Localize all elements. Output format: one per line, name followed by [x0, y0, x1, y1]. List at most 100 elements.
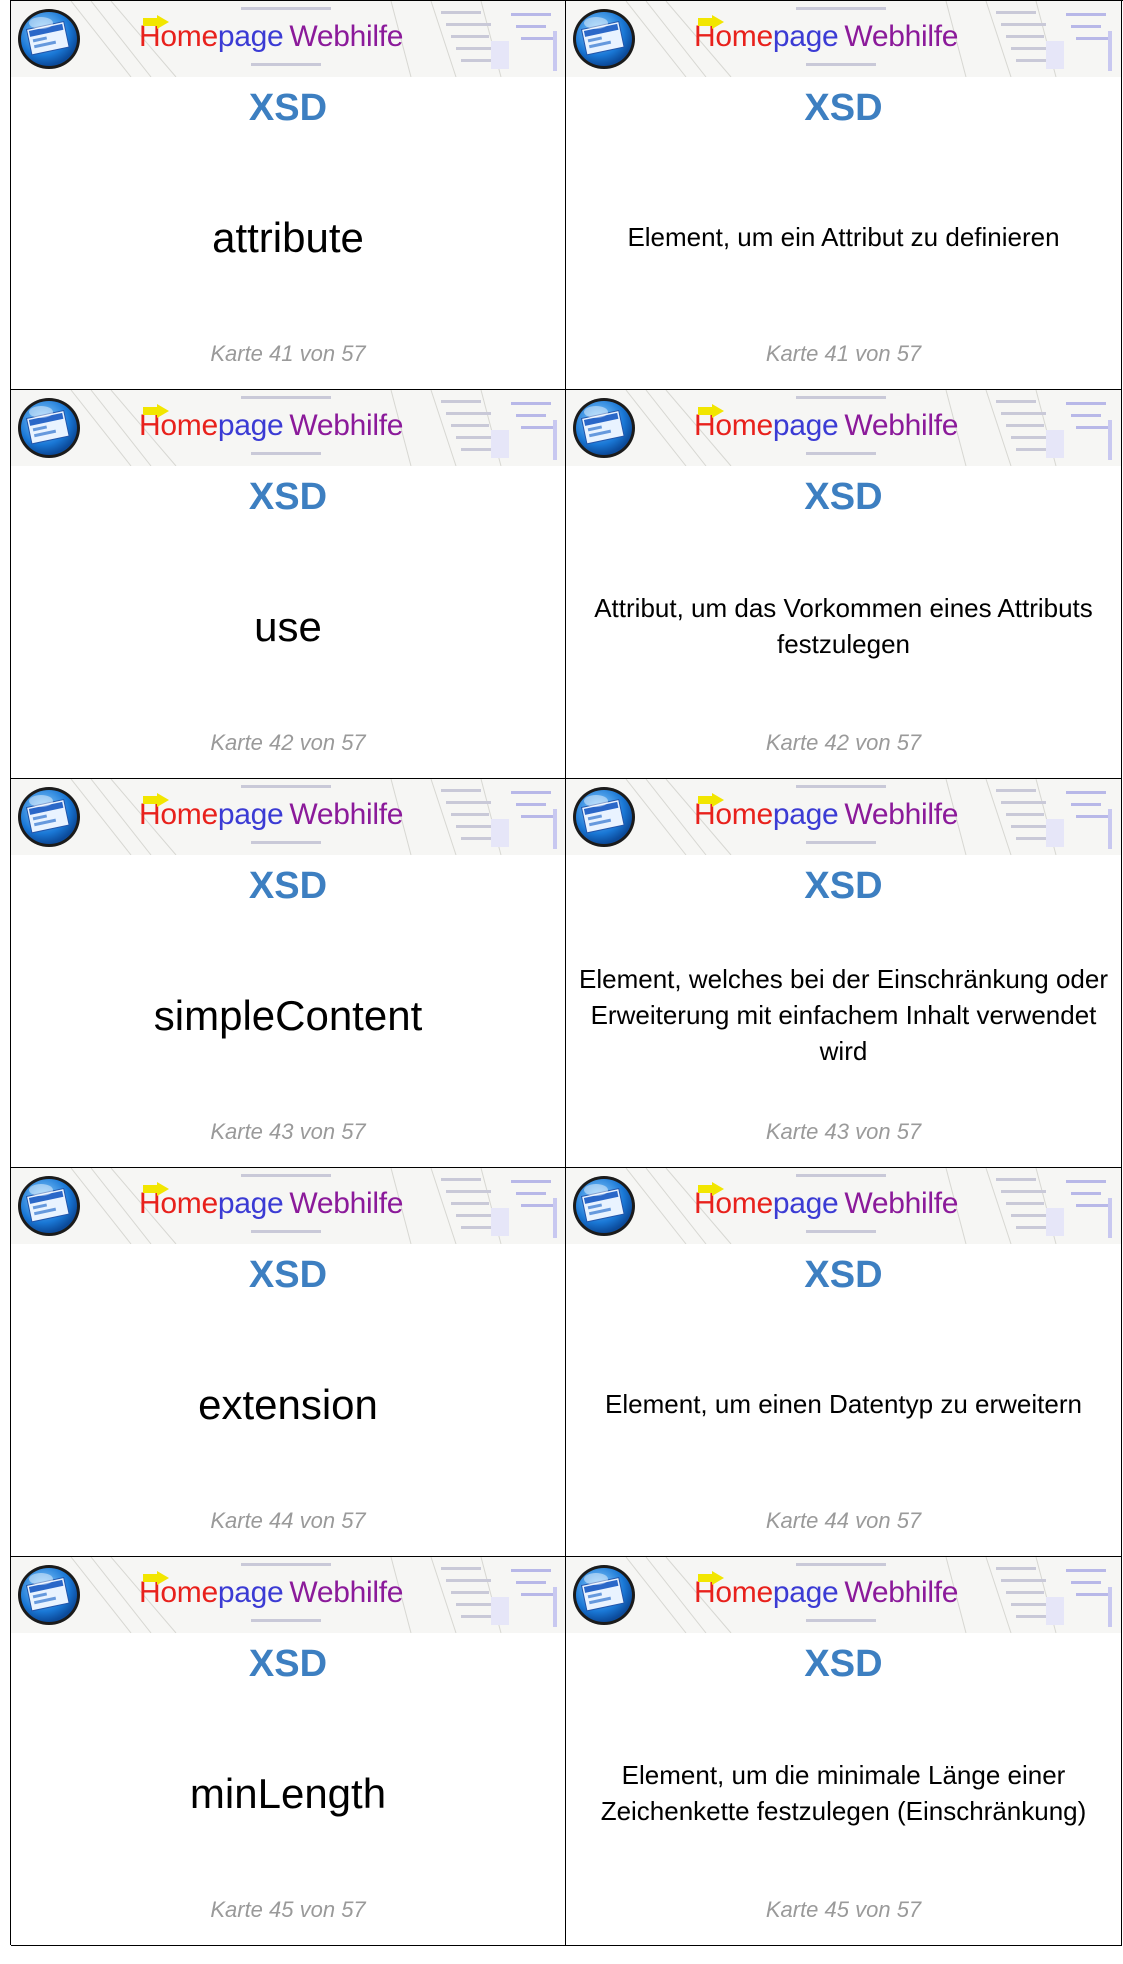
brand-wordmark: Home page Webhilfe	[694, 15, 958, 59]
brand-webhilfe-text: Webhilfe	[289, 20, 404, 53]
card-content: Element, welches bei der Einschränkung o…	[566, 939, 1121, 1093]
card-front: Home page Webhilfe XSD simpleContent Kart…	[11, 779, 566, 1168]
card-content: attribute	[11, 161, 565, 315]
brand-webhilfe-text: Webhilfe	[844, 20, 959, 53]
card-content: Element, um einen Datentyp zu erweitern	[566, 1328, 1121, 1482]
brand-wordmark: Home page Webhilfe	[694, 404, 958, 448]
brand-page-text: page	[217, 20, 284, 53]
brand-page-text: page	[217, 409, 284, 442]
card-front: Home page Webhilfe XSD attribute Karte 41…	[11, 1, 566, 390]
card-content: Element, um ein Attribut zu definieren	[566, 161, 1121, 315]
yellow-arrow-icon	[698, 1182, 724, 1196]
brand-wordmark: Home page Webhilfe	[694, 1182, 958, 1226]
card-counter: Karte 44 von 57	[210, 1508, 366, 1533]
card-subject: XSD	[248, 865, 328, 907]
homepage-webhilfe-logo-icon	[573, 787, 635, 847]
card-banner: Home page Webhilfe	[11, 390, 565, 466]
brand-wordmark: Home page Webhilfe	[694, 793, 958, 837]
brand-page-text: page	[772, 20, 839, 53]
card-content: use	[11, 550, 565, 704]
brand-webhilfe-text: Webhilfe	[844, 1187, 959, 1220]
brand-webhilfe-text: Webhilfe	[289, 1187, 404, 1220]
yellow-arrow-icon	[698, 1571, 724, 1585]
homepage-webhilfe-logo-icon	[18, 787, 80, 847]
yellow-arrow-icon	[698, 15, 724, 29]
card-subject: XSD	[248, 87, 328, 129]
brand-wordmark: Home page Webhilfe	[139, 1182, 403, 1226]
card-subject: XSD	[804, 1254, 883, 1296]
card-content: Attribut, um das Vorkommen eines Attribu…	[566, 550, 1121, 704]
card-term: minLength	[189, 1770, 387, 1817]
brand-page-text: page	[217, 1576, 284, 1609]
card-back: Home page Webhilfe XSD Element, um einen …	[566, 1168, 1122, 1557]
flashcard-sheet: Home page Webhilfe XSD attribute Karte 41…	[0, 0, 1123, 1964]
yellow-arrow-icon	[143, 793, 169, 807]
yellow-arrow-icon	[143, 1182, 169, 1196]
card-term: simpleContent	[153, 992, 423, 1039]
brand-webhilfe-text: Webhilfe	[289, 409, 404, 442]
flashcard-grid: Home page Webhilfe XSD attribute Karte 41…	[10, 0, 1123, 1946]
yellow-arrow-icon	[143, 15, 169, 29]
card-subject: XSD	[248, 476, 328, 518]
card-front: Home page Webhilfe XSD minLength Karte 45…	[11, 1557, 566, 1946]
card-counter: Karte 42 von 57	[210, 730, 366, 755]
brand-wordmark: Home page Webhilfe	[139, 15, 403, 59]
brand-page-text: page	[772, 409, 839, 442]
card-content: simpleContent	[11, 939, 565, 1093]
homepage-webhilfe-logo-icon	[18, 1176, 80, 1236]
card-counter: Karte 41 von 57	[210, 341, 366, 366]
yellow-arrow-icon	[698, 793, 724, 807]
card-subject: XSD	[804, 865, 883, 907]
card-term: extension	[198, 1381, 378, 1428]
card-subject: XSD	[248, 1643, 328, 1685]
card-subject: XSD	[804, 476, 883, 518]
brand-webhilfe-text: Webhilfe	[289, 798, 404, 831]
homepage-webhilfe-logo-icon	[18, 398, 80, 458]
brand-wordmark: Home page Webhilfe	[139, 793, 403, 837]
homepage-webhilfe-logo-icon	[573, 1565, 635, 1625]
card-counter: Karte 45 von 57	[210, 1897, 366, 1922]
card-subject: XSD	[804, 87, 883, 129]
brand-page-text: page	[772, 798, 839, 831]
card-term: use	[254, 603, 322, 650]
brand-webhilfe-text: Webhilfe	[844, 1576, 959, 1609]
card-counter: Karte 45 von 57	[765, 1897, 922, 1922]
homepage-webhilfe-logo-icon	[573, 398, 635, 458]
brand-page-text: page	[217, 1187, 284, 1220]
yellow-arrow-icon	[143, 1571, 169, 1585]
card-back: Home page Webhilfe XSD Element, welches b…	[566, 779, 1122, 1168]
card-banner: Home page Webhilfe	[11, 1168, 565, 1244]
card-banner: Home page Webhilfe	[566, 1168, 1121, 1244]
brand-page-text: page	[772, 1187, 839, 1220]
brand-webhilfe-text: Webhilfe	[289, 1576, 404, 1609]
card-back: Home page Webhilfe XSD Element, um die mi…	[566, 1557, 1122, 1946]
card-content: extension	[11, 1328, 565, 1482]
card-term: attribute	[212, 214, 364, 261]
card-front: Home page Webhilfe XSD extension Karte 44…	[11, 1168, 566, 1557]
card-front: Home page Webhilfe XSD use Karte 42 von 5…	[11, 390, 566, 779]
card-counter: Karte 43 von 57	[210, 1119, 366, 1144]
brand-wordmark: Home page Webhilfe	[139, 1571, 403, 1615]
card-definition: Element, um einen Datentyp zu erweitern	[605, 1389, 1082, 1420]
card-definition: Element, um ein Attribut zu definieren	[627, 222, 1060, 253]
card-definition: Element, um die minimale Länge einer Zei…	[600, 1760, 1087, 1826]
card-content: minLength	[11, 1717, 565, 1871]
card-counter: Karte 41 von 57	[765, 341, 922, 366]
homepage-webhilfe-logo-icon	[573, 9, 635, 69]
card-banner: Home page Webhilfe	[566, 1557, 1121, 1633]
yellow-arrow-icon	[698, 404, 724, 418]
card-counter: Karte 42 von 57	[765, 730, 922, 755]
card-counter: Karte 43 von 57	[765, 1119, 922, 1144]
card-content: Element, um die minimale Länge einer Zei…	[566, 1717, 1121, 1871]
card-banner: Home page Webhilfe	[11, 1557, 565, 1633]
card-definition: Attribut, um das Vorkommen eines Attribu…	[594, 593, 1093, 659]
card-counter: Karte 44 von 57	[765, 1508, 922, 1533]
card-banner: Home page Webhilfe	[566, 390, 1121, 466]
card-subject: XSD	[804, 1643, 883, 1685]
brand-wordmark: Home page Webhilfe	[694, 1571, 958, 1615]
homepage-webhilfe-logo-icon	[18, 1565, 80, 1625]
brand-page-text: page	[772, 1576, 839, 1609]
card-definition: Element, welches bei der Einschränkung o…	[579, 964, 1108, 1066]
card-back: Home page Webhilfe XSD Attribut, um das V…	[566, 390, 1122, 779]
card-banner: Home page Webhilfe	[566, 1, 1121, 77]
